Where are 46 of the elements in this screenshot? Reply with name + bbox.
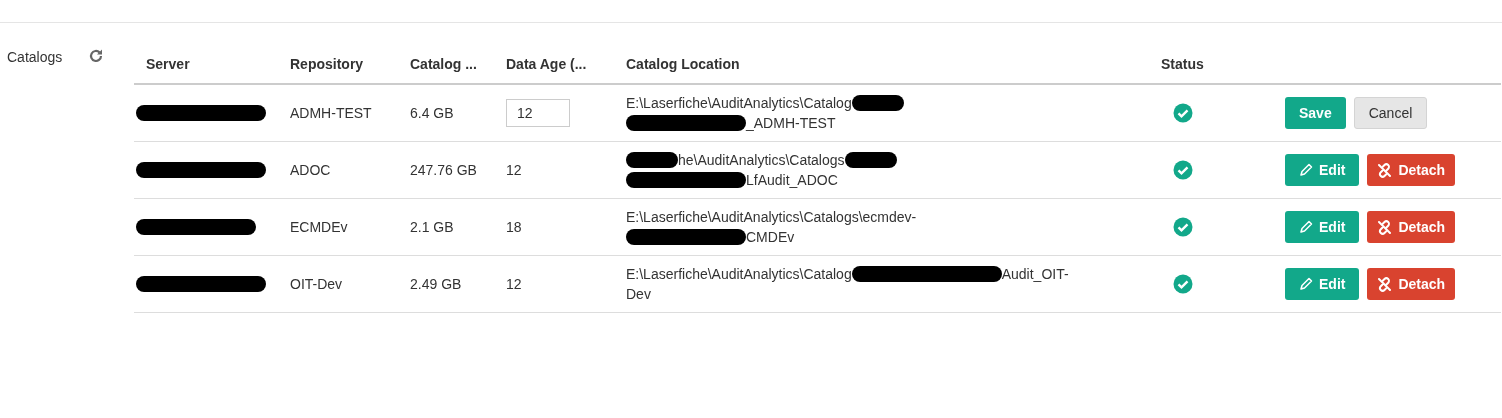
data-age-cell: 12 xyxy=(506,161,522,178)
catalog-size-cell: 2.49 GB xyxy=(410,275,462,292)
column-header: Catalog ... xyxy=(410,55,477,72)
repository-cell: ADMH-TEST xyxy=(290,104,372,121)
location-text: Audit_OIT- xyxy=(1001,265,1069,284)
detach-button[interactable]: Detach xyxy=(1367,211,1456,243)
location-text: _ADMH-TEST xyxy=(746,114,836,133)
refresh-icon[interactable] xyxy=(88,48,105,64)
redaction-mark xyxy=(626,152,678,168)
broken-link-icon xyxy=(1377,162,1393,178)
pencil-icon xyxy=(1299,220,1313,234)
cancel-button[interactable]: Cancel xyxy=(1353,97,1428,129)
column-header: Server xyxy=(146,55,190,72)
broken-link-icon xyxy=(1377,276,1393,292)
location-text: E:\Laserfiche\AuditAnalytics\Catalogs\ecmdev- xyxy=(626,208,917,227)
catalog-size-cell: 247.76 GB xyxy=(410,161,477,178)
data-age-cell: 18 xyxy=(506,218,522,235)
pencil-icon xyxy=(1299,163,1313,177)
location-text: he\AuditAnalytics\Catalogs xyxy=(678,151,845,170)
detach-button[interactable]: Detach xyxy=(1367,154,1456,186)
edit-button[interactable]: Edit xyxy=(1285,268,1360,300)
location-text: Dev xyxy=(626,285,651,304)
location-text: CMDEv xyxy=(746,228,795,247)
save-button[interactable]: Save xyxy=(1285,97,1346,129)
column-header: Data Age (... xyxy=(506,55,587,72)
location-text: LfAudit_ADOC xyxy=(746,171,838,190)
redaction-mark xyxy=(844,152,897,168)
repository-cell: ADOC xyxy=(290,161,331,178)
location-text: E:\Laserfiche\AuditAnalytics\Catalog xyxy=(626,265,852,284)
detach-button[interactable]: Detach xyxy=(1367,268,1456,300)
repository-cell: ECMDEv xyxy=(290,218,348,235)
column-header: Repository xyxy=(290,55,364,72)
location-text: E:\Laserfiche\AuditAnalytics\Catalog xyxy=(626,94,852,113)
pencil-icon xyxy=(1299,277,1313,291)
edit-button[interactable]: Edit xyxy=(1285,211,1360,243)
repository-cell: OIT-Dev xyxy=(290,275,343,292)
column-header: Status xyxy=(1161,55,1204,72)
catalog-size-cell: 2.1 GB xyxy=(410,218,454,235)
redaction-mark xyxy=(851,95,904,111)
broken-link-icon xyxy=(1377,219,1393,235)
edit-button[interactable]: Edit xyxy=(1285,154,1360,186)
section-title: Catalogs xyxy=(7,48,63,67)
column-header: Catalog Location xyxy=(626,55,740,72)
catalog-size-cell: 6.4 GB xyxy=(410,104,454,121)
data-age-field[interactable]: 12 xyxy=(506,99,570,127)
data-age-cell: 12 xyxy=(506,275,522,292)
